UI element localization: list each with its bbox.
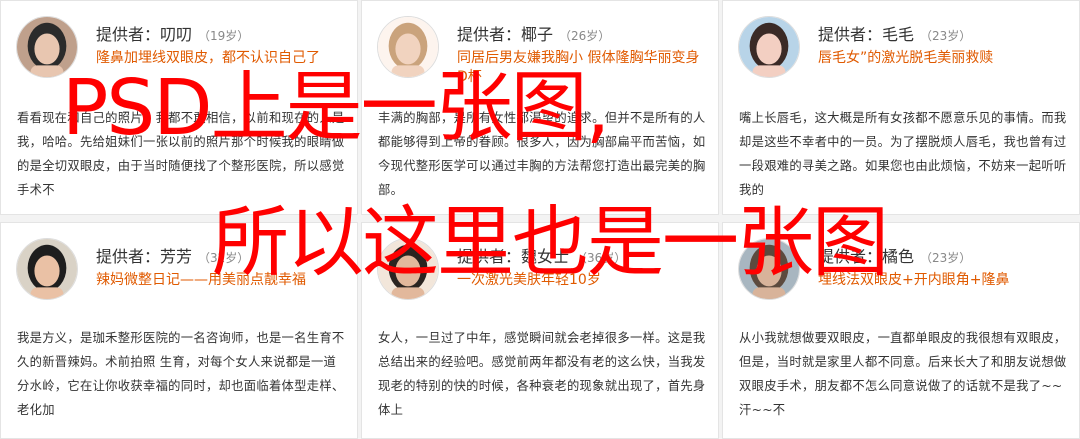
testimonial-card[interactable]: 提供者：毛毛 （23岁） 唇毛女”的激光脱毛美丽救赎 嘴上长唇毛，这大概是所有女孩… <box>722 0 1080 215</box>
provider-name: 提供者：橘色 <box>818 247 915 266</box>
testimonial-card[interactable]: 提供者：魏女士 （36岁） 一次激光美肤年轻10岁 女人，一旦过了中年，感觉瞬间就… <box>361 222 719 439</box>
provider-name: 提供者：魏女士 <box>457 247 570 266</box>
avatar <box>377 16 439 78</box>
avatar <box>16 16 78 78</box>
testimonial-card[interactable]: 提供者：椰子 （26岁） 同居后男友嫌我胸小 假体隆胸华丽变身D杯 丰满的胸部，是… <box>361 0 719 215</box>
provider-age: （36岁） <box>575 251 627 265</box>
testimonial-card[interactable]: 提供者：叨叨 （19岁） 隆鼻加埋线双眼皮，都不认识自己了 看看现在和自己的照片，… <box>0 0 358 215</box>
avatar-portrait <box>378 17 438 77</box>
avatar-portrait <box>739 17 799 77</box>
avatar-portrait <box>378 239 438 299</box>
case-title[interactable]: 一次激光美肤年轻10岁 <box>457 271 709 309</box>
provider-age: （32岁） <box>198 251 250 265</box>
case-title[interactable]: 隆鼻加埋线双眼皮，都不认识自己了 <box>96 49 348 87</box>
provider-age: （23岁） <box>920 251 972 265</box>
case-description: 女人，一旦过了中年，感觉瞬间就会老掉很多一样。这是我总结出来的经验吧。感觉前两年… <box>378 331 706 417</box>
case-description: 嘴上长唇毛，这大概是所有女孩都不愿意乐见的事情。而我却是这些不幸者中的一员。为了… <box>739 111 1067 197</box>
case-title[interactable]: 同居后男友嫌我胸小 假体隆胸华丽变身D杯 <box>457 49 709 87</box>
case-description: 丰满的胸部，是所有女性都渴望的追求。但并不是所有的人都能够得到上帝的眷顾。很多人… <box>378 111 706 197</box>
testimonial-card[interactable]: 提供者：橘色 （23岁） 埋线法双眼皮+开内眼角+隆鼻 从小我就想做要双眼皮，一直… <box>722 222 1080 439</box>
case-description: 我是方义，是珈禾整形医院的一名咨询师，也是一名生育不久的新晋辣妈。术前拍照 生育… <box>17 331 345 417</box>
case-description: 从小我就想做要双眼皮，一直都单眼皮的我很想有双眼皮，但是，当时就是家里人都不同意… <box>739 331 1067 417</box>
case-title[interactable]: 辣妈微整日记——用美丽点靓幸福 <box>96 271 348 309</box>
avatar-portrait <box>17 239 77 299</box>
testimonial-grid: 提供者：叨叨 （19岁） 隆鼻加埋线双眼皮，都不认识自己了 看看现在和自己的照片，… <box>0 0 1080 439</box>
case-title[interactable]: 唇毛女”的激光脱毛美丽救赎 <box>818 49 1070 87</box>
provider-age: （26岁） <box>559 29 611 43</box>
avatar <box>16 238 78 300</box>
case-title[interactable]: 埋线法双眼皮+开内眼角+隆鼻 <box>818 271 1070 309</box>
case-description: 看看现在和自己的照片，我都不敢相信，以前和现在的人是我，哈哈。先给姐妹们一张以前… <box>17 111 345 197</box>
avatar-portrait <box>739 239 799 299</box>
provider-name: 提供者：毛毛 <box>818 25 915 44</box>
testimonial-card[interactable]: 提供者：芳芳 （32岁） 辣妈微整日记——用美丽点靓幸福 我是方义，是珈禾整形医院… <box>0 222 358 439</box>
provider-age: （23岁） <box>920 29 972 43</box>
avatar <box>738 16 800 78</box>
avatar <box>738 238 800 300</box>
provider-name: 提供者：叨叨 <box>96 25 193 44</box>
provider-age: （19岁） <box>198 29 250 43</box>
provider-name: 提供者：椰子 <box>457 25 554 44</box>
provider-name: 提供者：芳芳 <box>96 247 193 266</box>
avatar <box>377 238 439 300</box>
avatar-portrait <box>17 17 77 77</box>
